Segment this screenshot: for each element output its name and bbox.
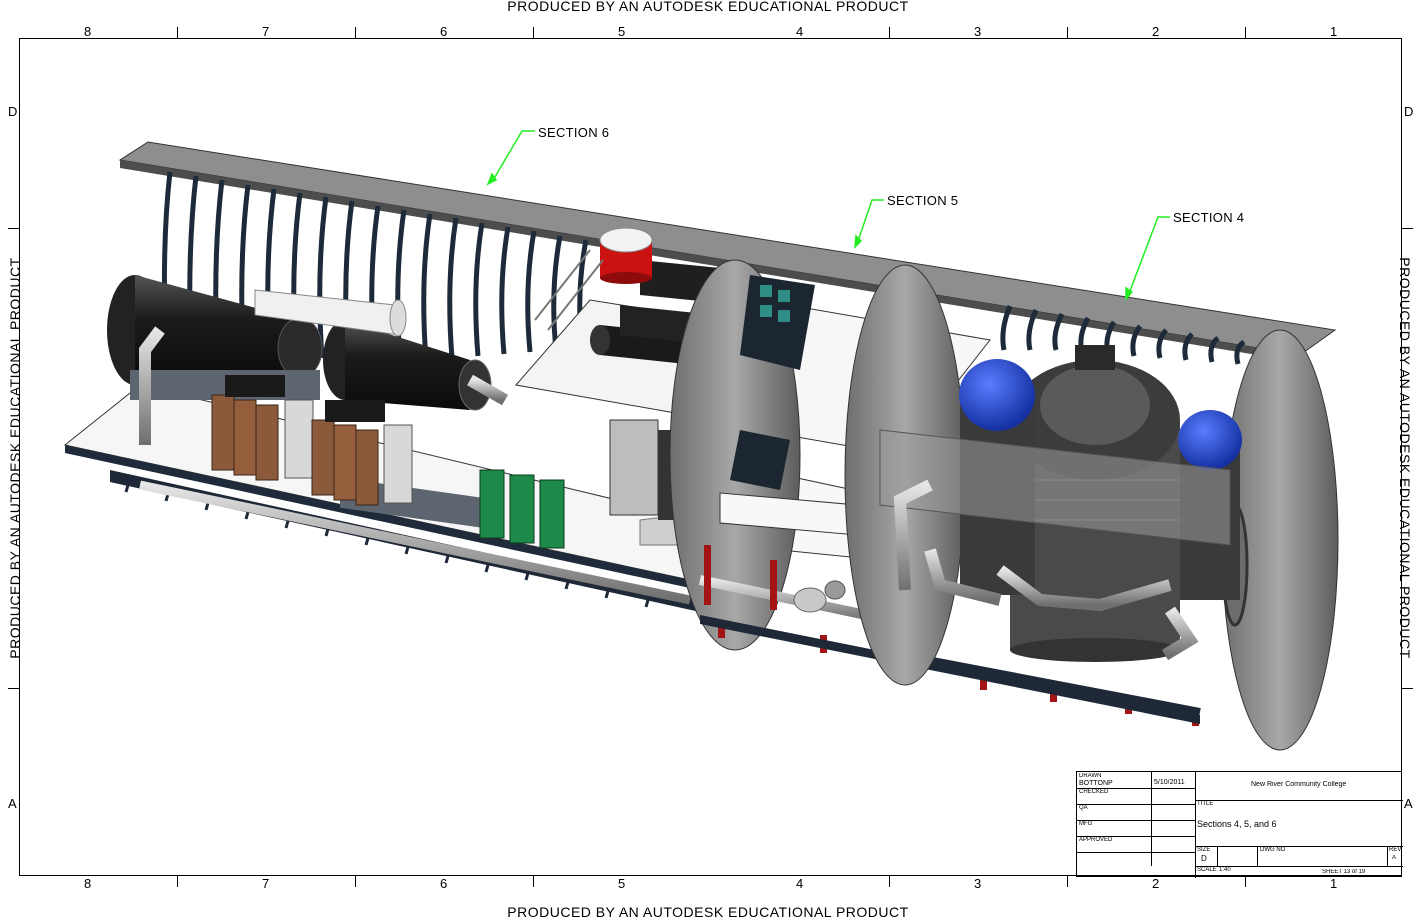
tb-dwg-label: DWG NO (1260, 847, 1286, 853)
callout-section-4: SECTION 4 (1173, 210, 1245, 225)
tb-size-label: SIZE (1197, 847, 1211, 853)
tb-checked-label: CHECKED (1079, 789, 1109, 795)
tb-title: Sections 4, 5, and 6 (1197, 819, 1277, 829)
tb-drawn-label: DRAWN (1079, 773, 1102, 779)
callout-section-5: SECTION 5 (887, 193, 959, 208)
red-tank (599, 227, 653, 284)
tb-qa-label: QA (1079, 805, 1088, 811)
tb-scale: 1:40 (1219, 867, 1231, 873)
tb-rev-label: REV (1389, 847, 1402, 853)
tb-size: D (1201, 854, 1207, 863)
tb-date: 5/10/2011 (1154, 779, 1185, 786)
grey-cabinet (609, 419, 659, 516)
tb-sheet: SHEET 13 of 19 (1322, 869, 1366, 875)
tb-approved-label: APPROVED (1079, 837, 1113, 843)
tb-rev: A (1392, 855, 1397, 861)
title-block: DRAWN BOTTONP 5/10/2011 CHECKED New Rive… (1076, 771, 1403, 878)
switchboard-right (311, 400, 413, 506)
tb-drawn-by: BOTTONP (1079, 780, 1113, 787)
green-racks (479, 469, 565, 549)
tb-scale-label: SCALE (1197, 867, 1217, 873)
tb-company: New River Community College (1251, 781, 1347, 788)
tb-mfg-label: MFG (1079, 821, 1093, 827)
tb-title-label: TITLE (1197, 801, 1214, 807)
callout-section-6: SECTION 6 (538, 125, 610, 140)
